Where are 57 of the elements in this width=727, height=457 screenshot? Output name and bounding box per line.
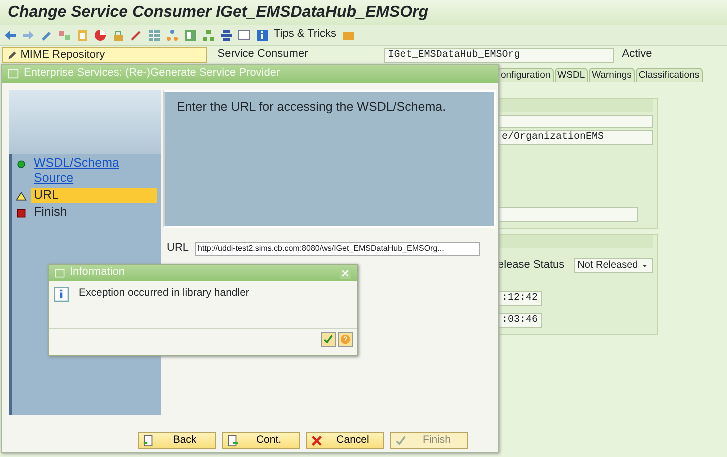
field-label: elease Status <box>498 259 565 272</box>
checkmark-icon <box>395 434 407 446</box>
field-label: Service Consumer <box>218 48 308 62</box>
checkmark-icon <box>323 334 334 345</box>
tab[interactable]: WSDL <box>554 68 588 82</box>
info-icon <box>256 28 269 42</box>
window-title: Change Service Consumer IGet_EMSDataHub_EMSOrg <box>0 0 727 25</box>
cubes-icon <box>58 28 71 42</box>
pencil-icon <box>7 50 18 60</box>
input-field[interactable]: e/OrganizationEMS <box>498 130 653 146</box>
continue-button[interactable]: Cont. <box>222 432 300 449</box>
status-text: Active <box>622 48 652 62</box>
window-icon <box>238 28 251 42</box>
close-icon[interactable] <box>340 268 351 278</box>
step-label[interactable]: Finish <box>31 205 157 220</box>
document-icon <box>227 434 239 446</box>
time-field: :03:46 <box>498 313 542 328</box>
popup-title: Information <box>70 266 126 280</box>
help-button[interactable] <box>338 332 353 347</box>
window-icon <box>8 68 20 80</box>
stack-icon <box>220 28 233 42</box>
input-field[interactable]: IGet_EMSDataHub_EMSOrg <box>384 48 614 62</box>
time-field: :12:42 <box>498 291 542 306</box>
layout-icon <box>184 28 197 42</box>
input-field[interactable] <box>498 115 653 128</box>
network-icon <box>166 28 179 42</box>
tips-label[interactable]: Tips & Tricks <box>274 28 337 42</box>
field-label: URL <box>167 242 190 256</box>
tab[interactable]: Classifications <box>636 68 703 82</box>
info-icon <box>54 287 69 302</box>
pie-chart-icon <box>94 28 107 42</box>
warning-triangle-icon <box>16 191 27 202</box>
tab[interactable]: Warnings <box>589 68 635 82</box>
input-field[interactable] <box>498 207 638 222</box>
tab[interactable]: onfiguration <box>498 68 554 82</box>
back-arrow-icon <box>4 28 17 42</box>
cancel-button[interactable]: Cancel <box>306 432 384 449</box>
status-dropdown[interactable]: Not Released <box>574 258 653 274</box>
window-icon <box>55 268 66 278</box>
confirm-button[interactable] <box>321 332 336 347</box>
hierarchy-icon <box>202 28 215 42</box>
forward-arrow-icon <box>22 28 35 42</box>
dialog-title: Enterprise Services: (Re-)Generate Service Provider <box>24 67 280 81</box>
message-text: Exception occurred in library handler <box>79 287 250 300</box>
cross-icon <box>311 434 323 446</box>
back-button[interactable]: Back <box>138 432 216 449</box>
help-icon <box>340 334 351 345</box>
table-icon <box>148 28 161 42</box>
mime-repository-field[interactable]: MIME Repository <box>2 47 207 63</box>
lock-icon <box>112 28 125 42</box>
stop-square-icon <box>16 208 27 219</box>
document-icon <box>143 434 155 446</box>
step-label[interactable]: URL <box>31 188 157 203</box>
url-field[interactable]: http://uddi-test2.sims.cb.com:8080/ws/IGet_EMSDataHub_EMSOrg... <box>195 242 480 256</box>
instruction-panel: Enter the URL for accessing the WSDL/Schema. <box>163 90 496 228</box>
clipboard-icon <box>76 28 89 42</box>
status-dot-icon <box>16 159 27 170</box>
